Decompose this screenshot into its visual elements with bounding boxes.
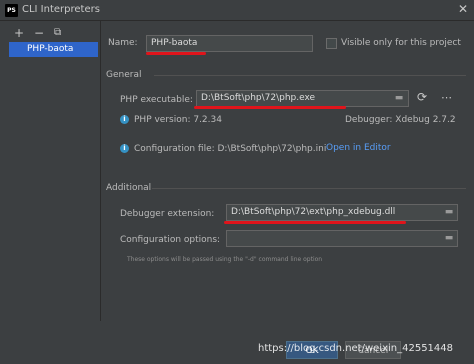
php-executable-label: PHP executable: bbox=[120, 95, 193, 105]
folder-icon[interactable]: ▬ bbox=[441, 205, 457, 219]
add-icon[interactable]: + bbox=[14, 27, 24, 39]
list-item-php-baota[interactable]: PHP-baota bbox=[9, 42, 98, 57]
copy-icon[interactable]: ⧉ bbox=[54, 27, 61, 39]
annotation-underline bbox=[224, 221, 406, 224]
debugger-extension-label: Debugger extension: bbox=[120, 209, 215, 219]
folder-icon[interactable]: ▬ bbox=[391, 91, 407, 105]
general-heading: General bbox=[106, 70, 142, 80]
configuration-options-field[interactable] bbox=[226, 230, 458, 247]
debugger-text: Debugger: Xdebug 2.7.2 bbox=[345, 115, 456, 125]
phpstorm-icon: PS bbox=[5, 4, 18, 17]
refresh-icon[interactable]: ⟳ bbox=[417, 90, 427, 104]
additional-heading: Additional bbox=[106, 183, 152, 193]
folder-icon[interactable]: ▬ bbox=[441, 231, 457, 245]
annotation-underline bbox=[194, 106, 346, 109]
info-icon: i bbox=[120, 115, 129, 124]
name-field[interactable]: PHP-baota bbox=[146, 35, 313, 52]
general-divider bbox=[154, 75, 466, 76]
name-label: Name: bbox=[108, 38, 138, 48]
interpreters-list-panel: + − ⧉ bbox=[0, 21, 101, 321]
close-icon[interactable]: ✕ bbox=[458, 2, 468, 16]
annotation-underline bbox=[146, 52, 206, 55]
more-icon[interactable]: ⋯ bbox=[441, 91, 452, 104]
options-hint-text: These options will be passed using the "… bbox=[127, 256, 323, 263]
remove-icon[interactable]: − bbox=[34, 27, 44, 39]
open-in-editor-link[interactable]: Open in Editor bbox=[326, 143, 391, 153]
configuration-options-label: Configuration options: bbox=[120, 235, 221, 245]
visible-only-label: Visible only for this project bbox=[341, 38, 461, 48]
title-bar: PS CLI Interpreters ✕ bbox=[0, 0, 474, 21]
visible-only-checkbox[interactable] bbox=[326, 38, 337, 49]
debugger-extension-field[interactable]: D:\BtSoft\php\72\ext\php_xdebug.dll bbox=[226, 204, 458, 221]
php-version-text: PHP version: 7.2.34 bbox=[134, 115, 222, 125]
additional-divider bbox=[152, 188, 466, 189]
window-title: CLI Interpreters bbox=[22, 4, 100, 15]
config-file-text: Configuration file: D:\BtSoft\php\72\php… bbox=[134, 144, 327, 154]
info-icon: i bbox=[120, 144, 129, 153]
php-executable-field[interactable]: D:\BtSoft\php\72\php.exe bbox=[196, 90, 409, 107]
watermark-text: https://blog.csdn.net/weixin_42551448 bbox=[258, 343, 454, 354]
